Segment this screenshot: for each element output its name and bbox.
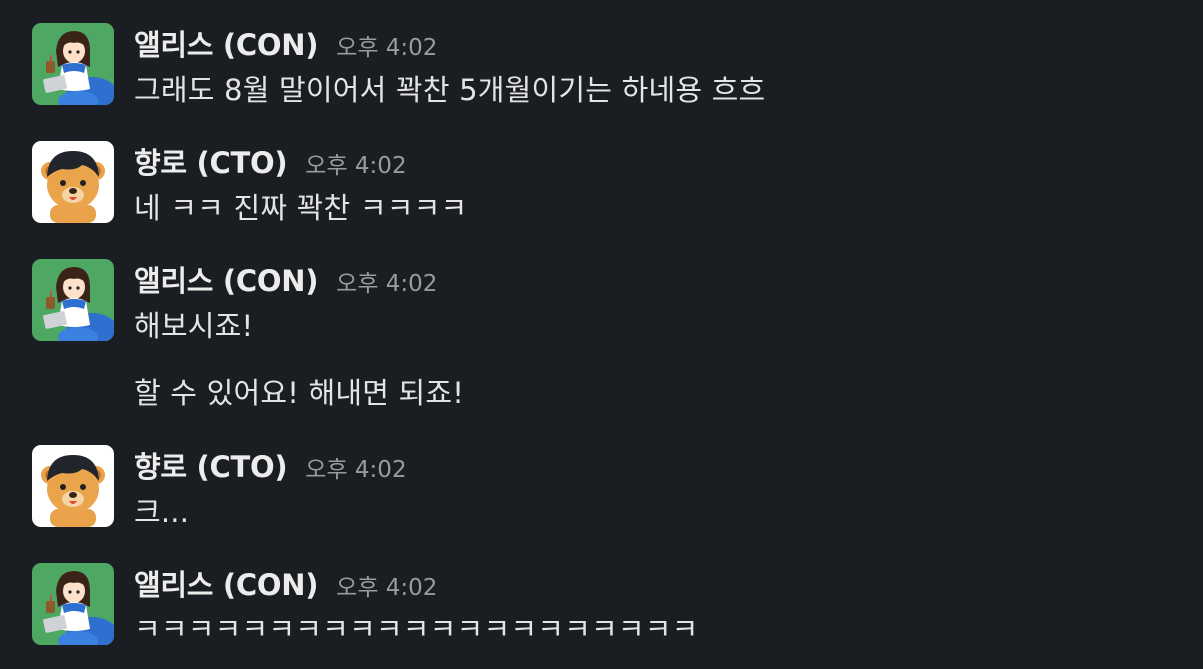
bear-avatar[interactable] bbox=[32, 445, 114, 527]
message-text: ㅋㅋㅋㅋㅋㅋㅋㅋㅋㅋㅋㅋㅋㅋㅋㅋㅋㅋㅋㅋㅋ bbox=[134, 612, 699, 646]
message-header: 향로 (CTO) 오후 4:02 bbox=[134, 140, 407, 180]
timestamp[interactable]: 오후 4:02 bbox=[305, 450, 406, 484]
alice-avatar[interactable] bbox=[32, 259, 114, 341]
message-text: 네 ㅋㅋ 진짜 꽉찬 ㅋㅋㅋㅋ bbox=[134, 191, 468, 225]
message-text: 크... bbox=[134, 495, 190, 529]
author-name[interactable]: 향로 (CTO) bbox=[134, 140, 288, 182]
message-text: 할 수 있어요! 해내면 되죠! bbox=[134, 376, 465, 410]
message-header: 앨리스 (CON) 오후 4:02 bbox=[134, 22, 437, 62]
bear-avatar[interactable] bbox=[32, 141, 114, 223]
message-header: 향로 (CTO) 오후 4:02 bbox=[134, 444, 407, 484]
author-name[interactable]: 앨리스 (CON) bbox=[134, 22, 318, 64]
alice-avatar[interactable] bbox=[32, 563, 114, 645]
timestamp[interactable]: 오후 4:02 bbox=[336, 568, 437, 602]
message-header: 앨리스 (CON) 오후 4:02 bbox=[134, 562, 437, 602]
alice-avatar[interactable] bbox=[32, 23, 114, 105]
message-text: 그래도 8월 말이어서 꽉찬 5개월이기는 하네용 흐흐 bbox=[134, 73, 766, 107]
author-name[interactable]: 앨리스 (CON) bbox=[134, 562, 318, 604]
author-name[interactable]: 향로 (CTO) bbox=[134, 444, 288, 486]
timestamp[interactable]: 오후 4:02 bbox=[305, 146, 406, 180]
message-header: 앨리스 (CON) 오후 4:02 bbox=[134, 258, 437, 298]
timestamp[interactable]: 오후 4:02 bbox=[336, 28, 437, 62]
message-text: 해보시죠! bbox=[134, 309, 254, 343]
timestamp[interactable]: 오후 4:02 bbox=[336, 264, 437, 298]
author-name[interactable]: 앨리스 (CON) bbox=[134, 258, 318, 300]
